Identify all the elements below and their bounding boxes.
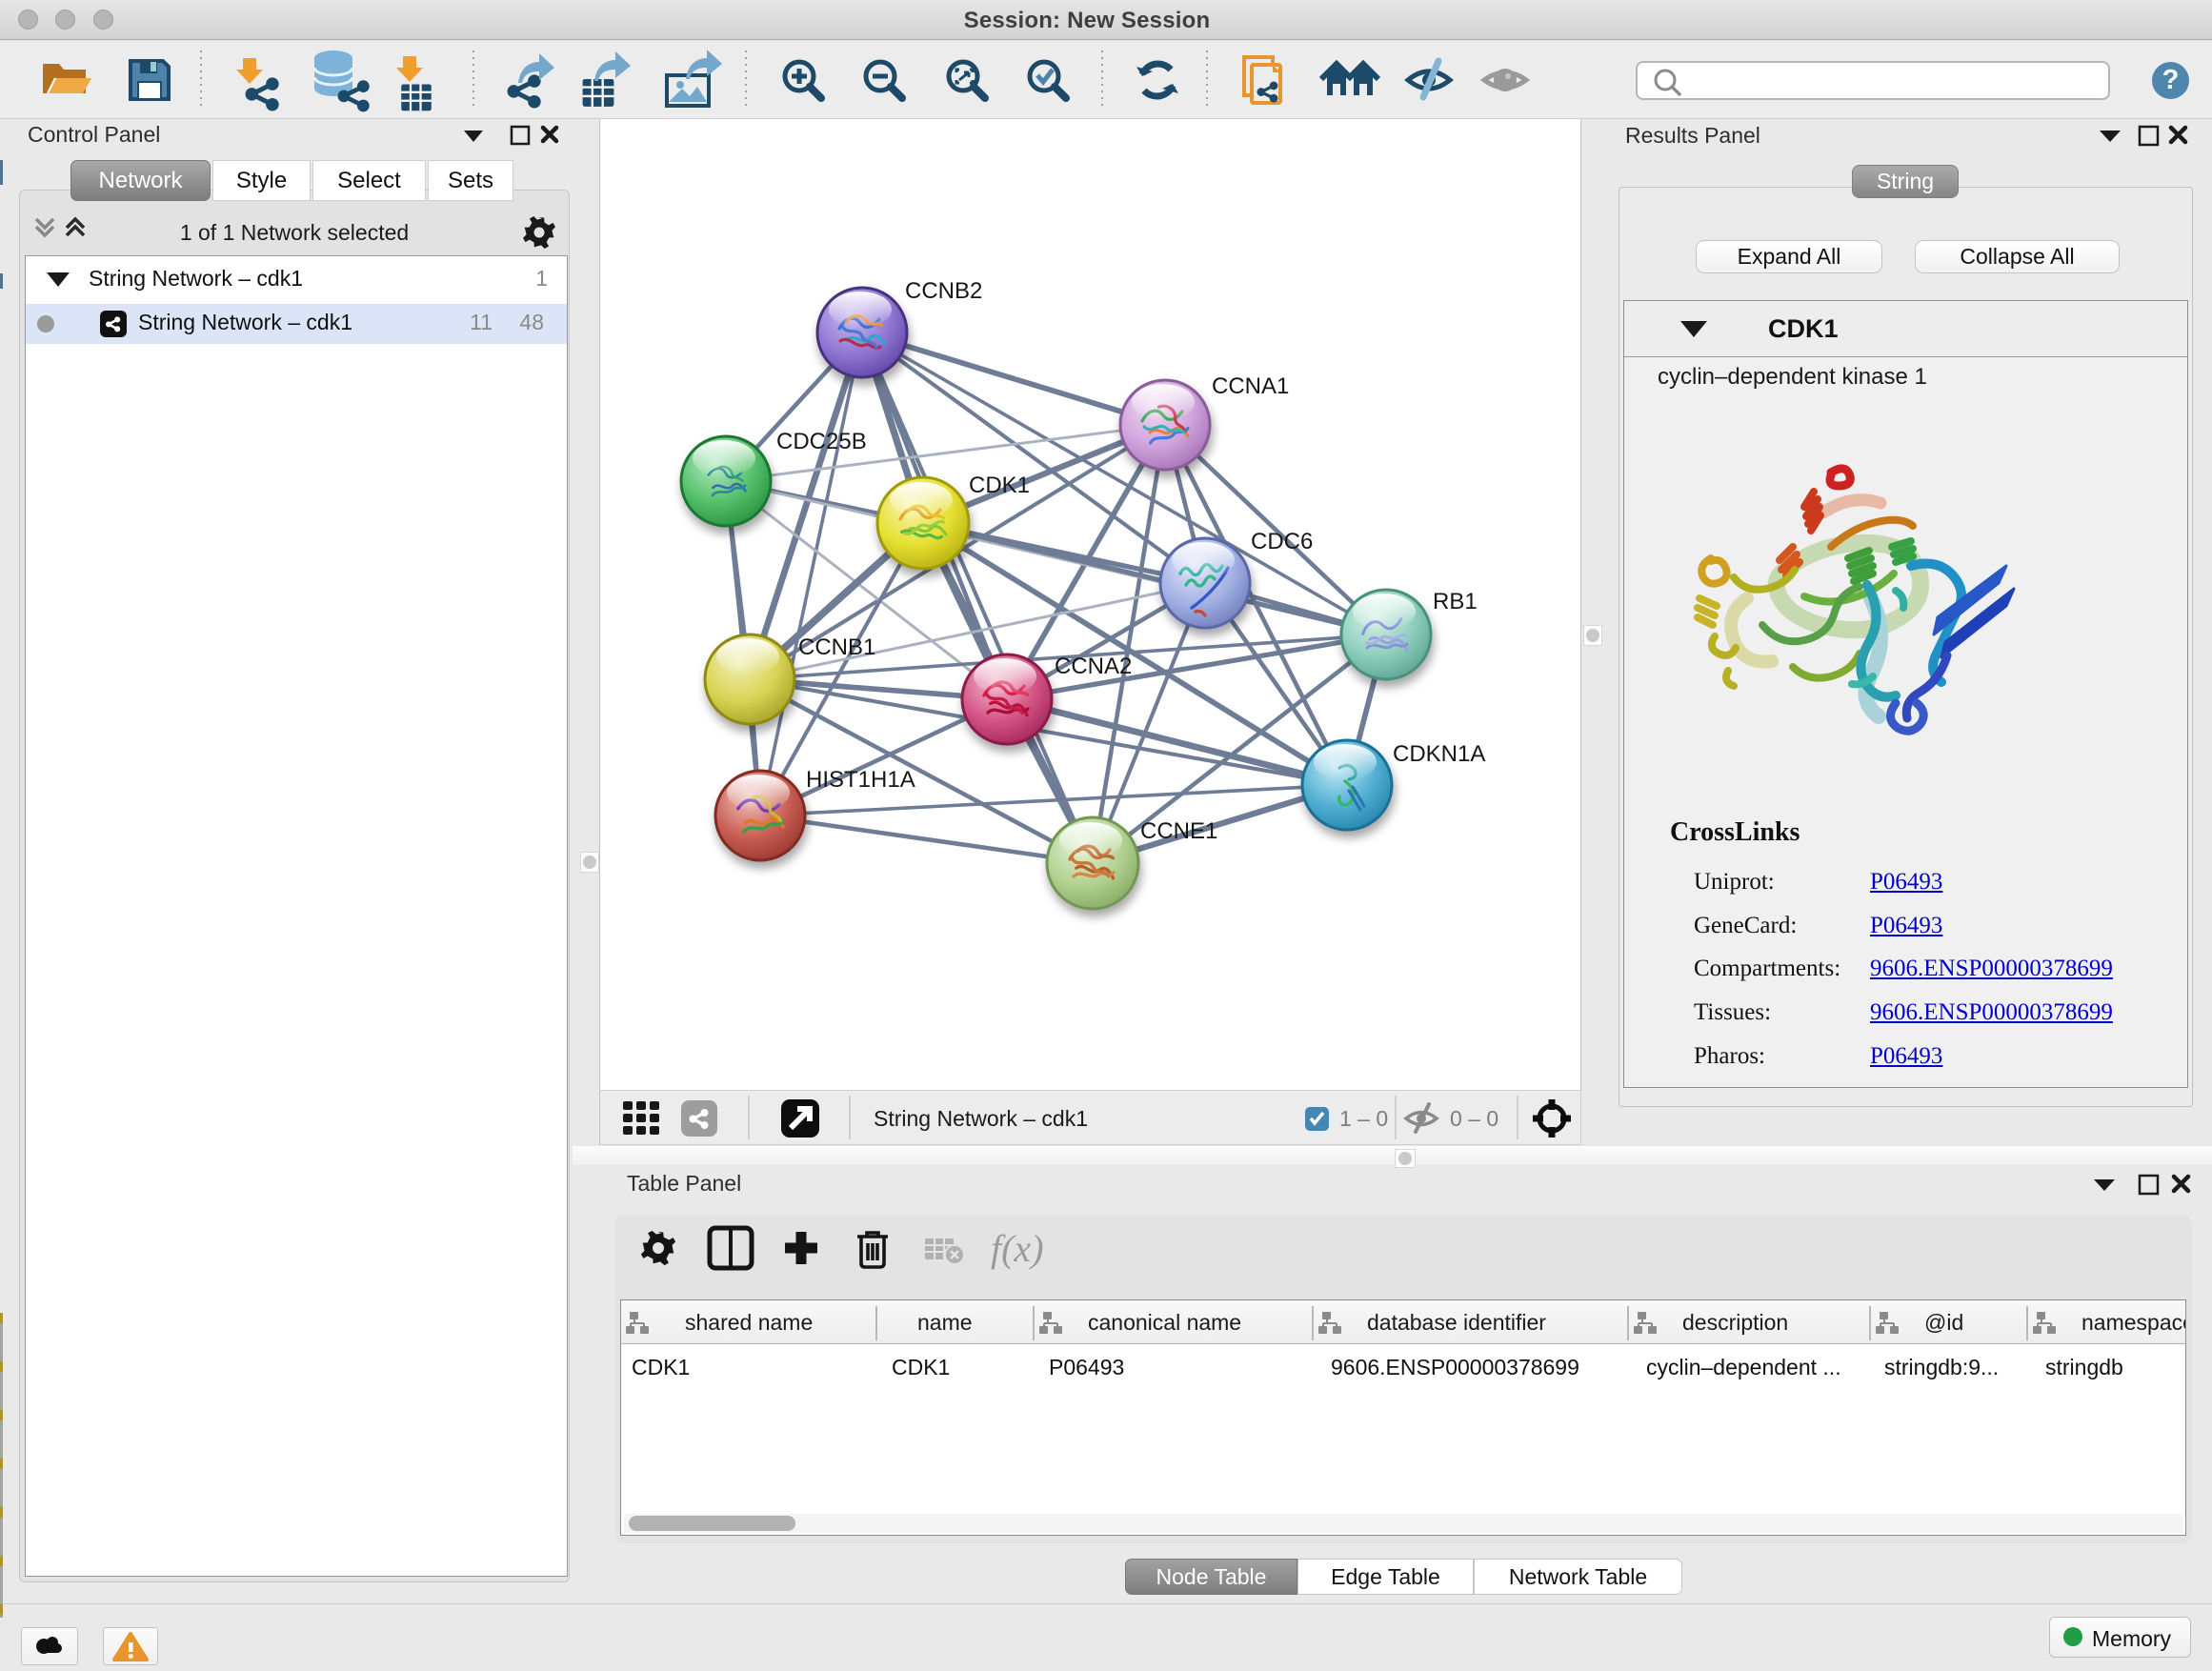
svg-text:RB1: RB1: [1433, 589, 1478, 614]
svg-text:CCNA1: CCNA1: [1212, 373, 1289, 399]
svg-text:namespace: namespace: [2081, 1310, 2185, 1335]
svg-text:f(x): f(x): [991, 1227, 1044, 1270]
svg-text:HIST1H1A: HIST1H1A: [806, 767, 915, 793]
svg-text:canonical name: canonical name: [1088, 1310, 1241, 1335]
svg-text:CDC25B: CDC25B: [776, 429, 867, 454]
svg-text:database identifier: database identifier: [1367, 1310, 1546, 1335]
svg-text:CDK1: CDK1: [969, 473, 1030, 498]
svg-text:description: description: [1682, 1310, 1788, 1335]
svg-text:shared name: shared name: [685, 1310, 813, 1335]
svg-text:@id: @id: [1924, 1310, 1963, 1335]
svg-text:String Network – cdk1: String Network – cdk1: [874, 1106, 1088, 1131]
svg-text:CCNA2: CCNA2: [1055, 654, 1132, 679]
svg-text:name: name: [917, 1310, 973, 1335]
svg-text:CCNB2: CCNB2: [905, 278, 982, 304]
svg-text:0 – 0: 0 – 0: [1450, 1106, 1498, 1131]
svg-text:CCNE1: CCNE1: [1140, 818, 1217, 844]
svg-text:1 – 0: 1 – 0: [1339, 1106, 1388, 1131]
svg-text:CCNB1: CCNB1: [798, 634, 875, 660]
svg-text:CDKN1A: CDKN1A: [1393, 741, 1485, 767]
svg-text:CDC6: CDC6: [1251, 529, 1313, 554]
